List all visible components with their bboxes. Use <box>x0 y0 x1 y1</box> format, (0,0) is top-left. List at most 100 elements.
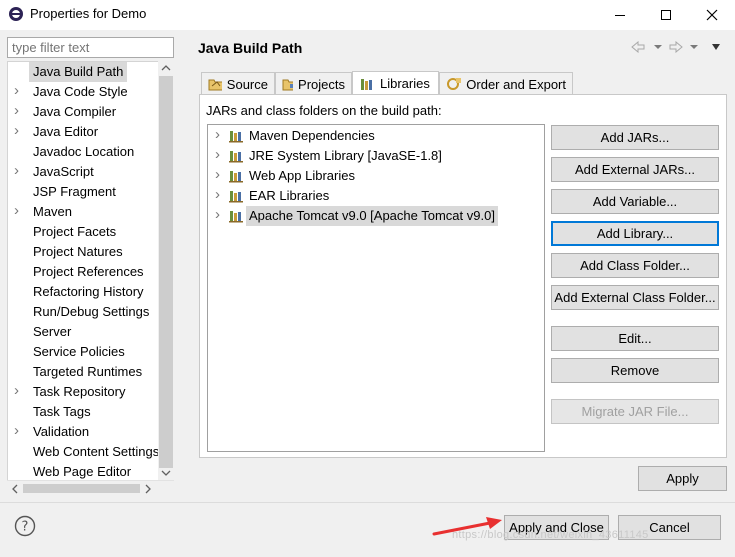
tree-item-label: Project References <box>33 264 144 279</box>
tree-item[interactable]: Server <box>8 322 158 342</box>
tab-order-and-export[interactable]: Order and Export <box>439 72 573 95</box>
tree-item-label: Targeted Runtimes <box>33 364 143 379</box>
forward-arrow-icon <box>669 41 683 53</box>
eclipse-app-icon <box>9 7 23 21</box>
tree-item-label: Maven <box>33 204 73 219</box>
close-icon <box>706 9 718 21</box>
footer-divider <box>0 502 735 503</box>
help-icon[interactable]: ? <box>14 515 36 537</box>
tree-item[interactable]: Project Facets <box>8 222 158 242</box>
forward-dropdown-icon <box>690 45 698 49</box>
tree-item[interactable]: › Java Editor <box>8 122 158 142</box>
horizontal-scrollbar-thumb[interactable] <box>23 484 140 493</box>
vertical-scrollbar-thumb[interactable] <box>159 76 173 468</box>
minimize-icon <box>615 15 625 16</box>
close-button[interactable] <box>689 0 735 30</box>
tree-item-label: Javadoc Location <box>33 144 135 159</box>
expand-chevron-icon[interactable]: › <box>14 101 24 121</box>
tree-item[interactable]: › Java Code Style <box>8 82 158 102</box>
add-library-button[interactable]: Add Library... <box>551 221 719 246</box>
tab-libraries[interactable]: Libraries <box>352 71 439 95</box>
tree-item[interactable]: Project Natures <box>8 242 158 262</box>
tab-projects[interactable]: Projects <box>275 72 352 95</box>
expand-chevron-icon[interactable]: › <box>14 81 24 101</box>
migrate-jar-button: Migrate JAR File... <box>551 399 719 424</box>
library-label: JRE System Library [JavaSE-1.8] <box>249 148 442 163</box>
expand-chevron-icon[interactable]: › <box>215 205 220 225</box>
tree-item[interactable]: › JavaScript <box>8 162 158 182</box>
apply-button[interactable]: Apply <box>638 466 727 491</box>
expand-chevron-icon[interactable]: › <box>215 185 220 205</box>
tree-item-label: Run/Debug Settings <box>33 304 150 319</box>
expand-chevron-icon[interactable]: › <box>14 121 24 141</box>
expand-chevron-icon[interactable]: › <box>215 125 220 145</box>
scroll-left-icon[interactable] <box>10 483 20 495</box>
library-label: EAR Libraries <box>249 188 330 203</box>
remove-button[interactable]: Remove <box>551 358 719 383</box>
tree-item[interactable]: Web Content Settings <box>8 442 159 462</box>
maximize-button[interactable] <box>643 0 689 30</box>
tree-item-label: Java Code Style <box>33 84 128 99</box>
expand-chevron-icon[interactable]: › <box>215 145 220 165</box>
tab-label: Libraries <box>380 76 430 91</box>
tree-item[interactable]: › Maven <box>8 202 158 222</box>
expand-chevron-icon[interactable]: › <box>215 165 220 185</box>
tree-item[interactable]: Service Policies <box>8 342 158 362</box>
tree-item-label: Task Tags <box>33 404 91 419</box>
tab-label: Source <box>226 76 268 92</box>
projects-icon <box>282 79 294 91</box>
tree-item[interactable]: Run/Debug Settings <box>8 302 158 322</box>
source-folder-icon <box>208 79 222 91</box>
expand-chevron-icon[interactable]: › <box>14 161 24 181</box>
scroll-down-icon[interactable] <box>160 468 172 478</box>
library-icon <box>229 171 243 183</box>
tab-source[interactable]: Source <box>201 72 275 95</box>
scroll-up-icon[interactable] <box>160 63 172 73</box>
back-dropdown-icon <box>654 45 662 49</box>
tree-item-label: JavaScript <box>33 164 94 179</box>
annotation-arrow-icon <box>432 517 502 536</box>
add-class-folder-button[interactable]: Add Class Folder... <box>551 253 719 278</box>
tree-item-label: Project Facets <box>33 224 117 239</box>
expand-chevron-icon[interactable]: › <box>14 381 24 401</box>
history-navigation[interactable] <box>630 41 726 53</box>
tree-item[interactable]: Javadoc Location <box>8 142 158 162</box>
tree-item-label: Validation <box>33 424 90 439</box>
tree-item-label: Java Editor <box>33 124 99 139</box>
tree-item[interactable]: Java Build Path <box>8 62 158 82</box>
expand-chevron-icon[interactable]: › <box>14 201 24 221</box>
tree-item-label: Web Page Editor <box>33 464 132 479</box>
edit-button[interactable]: Edit... <box>551 326 719 351</box>
library-icon <box>229 151 243 163</box>
maximize-icon <box>661 10 671 20</box>
expand-chevron-icon[interactable]: › <box>14 421 24 441</box>
library-label: Maven Dependencies <box>249 128 375 143</box>
library-label: Apache Tomcat v9.0 [Apache Tomcat v9.0] <box>246 206 498 226</box>
tree-item-label: Task Repository <box>33 384 126 399</box>
tree-item[interactable]: Task Tags <box>8 402 158 422</box>
filter-input[interactable] <box>7 37 174 58</box>
tree-item[interactable]: Targeted Runtimes <box>8 362 158 382</box>
tree-item[interactable]: › Task Repository <box>8 382 158 402</box>
add-external-class-folder-button[interactable]: Add External Class Folder... <box>551 285 719 310</box>
libraries-tree[interactable]: › Maven Dependencies › JRE System Library [… <box>207 124 545 452</box>
tree-item[interactable]: Refactoring History <box>8 282 158 302</box>
tree-item[interactable]: › Java Compiler <box>8 102 158 122</box>
add-external-jars-button[interactable]: Add External JARs... <box>551 157 719 182</box>
tree-item[interactable]: › Validation <box>8 422 158 442</box>
minimize-button[interactable] <box>597 0 643 30</box>
add-variable-button[interactable]: Add Variable... <box>551 189 719 214</box>
window-title: Properties for Demo <box>30 6 147 21</box>
scroll-right-icon[interactable] <box>143 483 153 495</box>
add-jars-button[interactable]: Add JARs... <box>551 125 719 150</box>
tree-item[interactable]: JSP Fragment <box>8 182 158 202</box>
library-icon <box>229 211 243 223</box>
tree-item-label: Server <box>33 324 72 339</box>
library-icon <box>229 191 243 203</box>
svg-text:?: ? <box>22 520 29 535</box>
library-label: Web App Libraries <box>249 168 355 183</box>
property-pages-tree[interactable]: Java Build Path › Java Code Style › Java Com… <box>7 61 174 496</box>
tree-item[interactable]: Project References <box>8 262 158 282</box>
libraries-icon <box>361 78 372 90</box>
tree-item[interactable]: Web Page Editor <box>8 462 158 482</box>
